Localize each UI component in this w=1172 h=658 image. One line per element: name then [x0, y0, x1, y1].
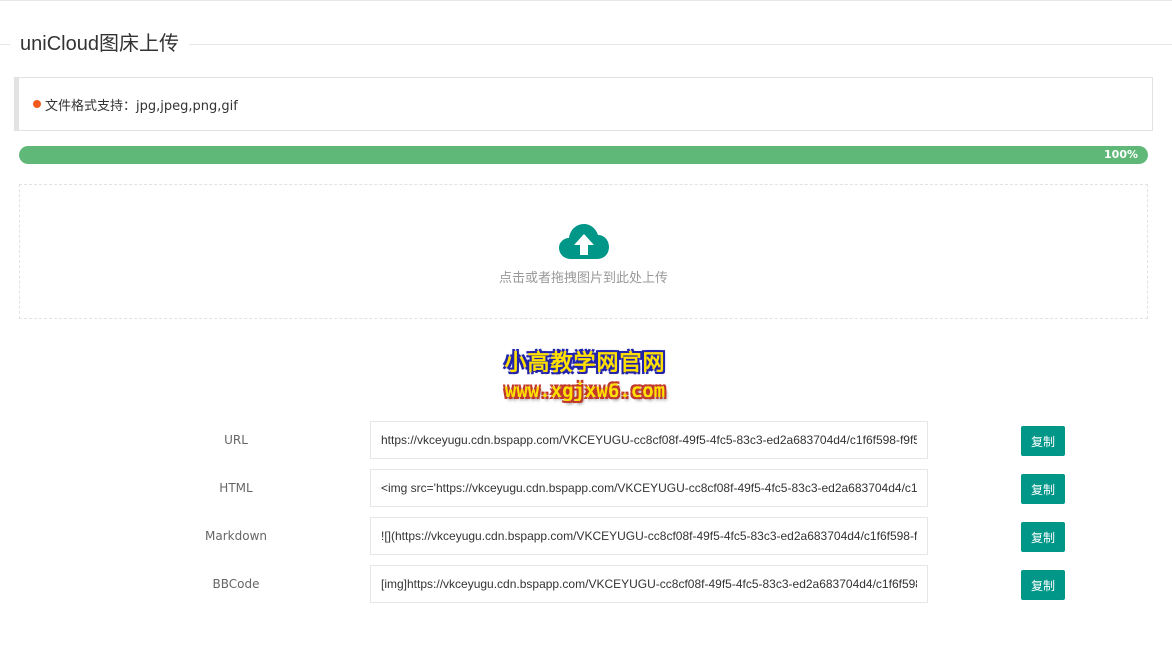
html-field[interactable] — [370, 469, 928, 507]
upload-dropzone[interactable]: 点击或者拖拽图片到此处上传 — [19, 184, 1148, 319]
link-row-markdown: Markdown 复制 — [0, 517, 1172, 555]
link-label-html: HTML — [219, 481, 253, 495]
bullet-dot-icon — [33, 100, 41, 108]
top-divider — [0, 0, 1172, 1]
watermark-url: www.xgjxw6.com — [504, 380, 666, 402]
upload-progress-bar: 100% — [19, 146, 1148, 164]
copy-markdown-button[interactable]: 复制 — [1021, 522, 1065, 552]
cloud-upload-icon — [558, 224, 609, 259]
watermark-title: 小高教学网官网 — [504, 351, 666, 376]
link-label-url: URL — [224, 433, 248, 447]
page: uniCloud图床上传 文件格式支持：jpg,jpeg,png,gif 100… — [0, 0, 1172, 658]
format-notice: 文件格式支持：jpg,jpeg,png,gif — [14, 77, 1153, 131]
link-label-bbcode: BBCode — [212, 577, 260, 591]
copy-html-button[interactable]: 复制 — [1021, 474, 1065, 504]
link-row-url: URL 复制 — [0, 421, 1172, 459]
site-watermark: 小高教学网官网 www.xgjxw6.com — [470, 350, 700, 410]
format-notice-text: 文件格式支持：jpg,jpeg,png,gif — [45, 98, 238, 114]
markdown-field[interactable] — [370, 517, 928, 555]
page-title: uniCloud图床上传 — [10, 30, 189, 58]
link-row-html: HTML 复制 — [0, 469, 1172, 507]
url-field[interactable] — [370, 421, 928, 459]
bbcode-field[interactable] — [370, 565, 928, 603]
link-row-bbcode: BBCode 复制 — [0, 565, 1172, 603]
copy-url-button[interactable]: 复制 — [1021, 426, 1065, 456]
copy-bbcode-button[interactable]: 复制 — [1021, 570, 1065, 600]
link-label-markdown: Markdown — [205, 529, 267, 543]
dropzone-hint: 点击或者拖拽图片到此处上传 — [498, 271, 668, 286]
upload-progress-fill: 100% — [19, 146, 1148, 164]
upload-progress-label: 100% — [1104, 148, 1138, 161]
